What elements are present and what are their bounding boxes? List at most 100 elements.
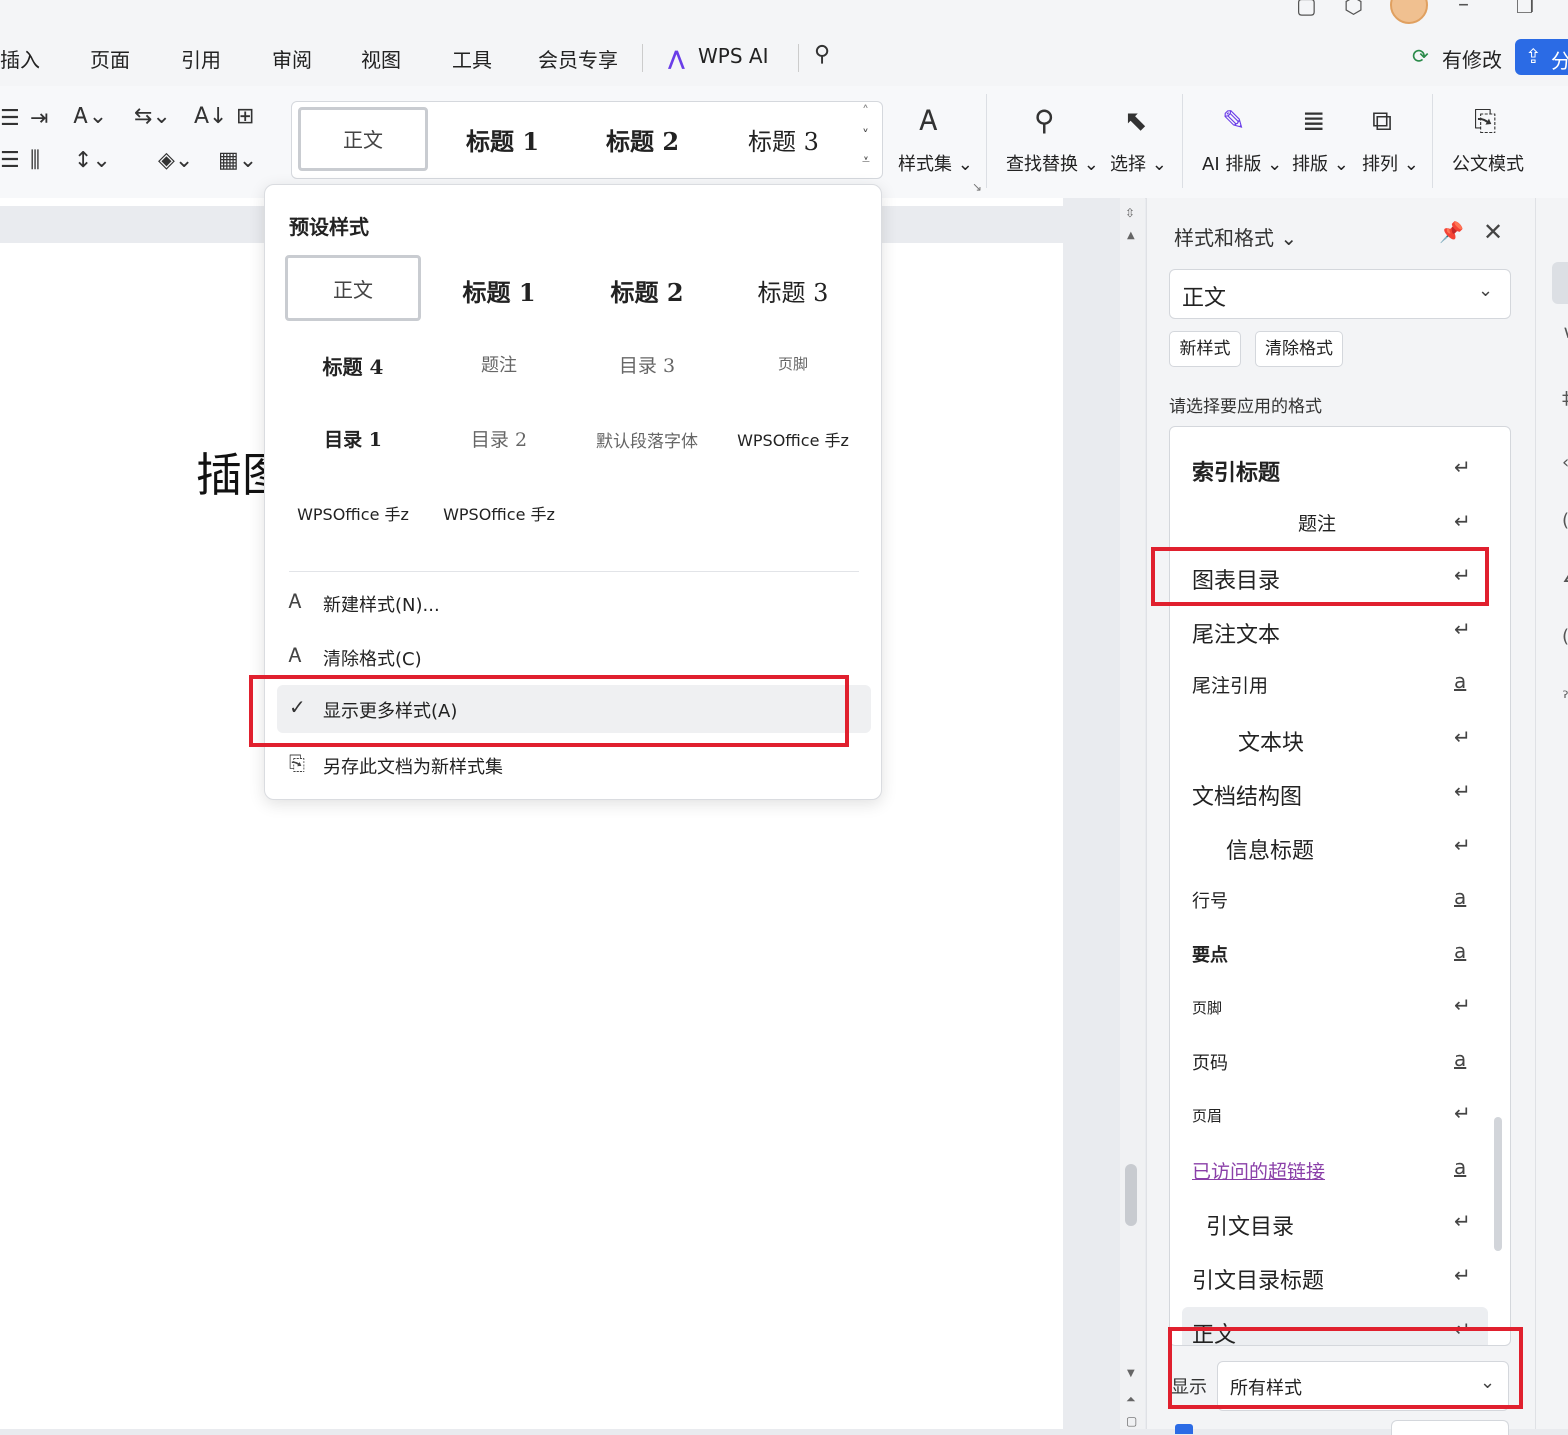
window-icon[interactable]: ▢ xyxy=(1296,0,1317,19)
close-icon[interactable]: ✕ xyxy=(1483,218,1503,246)
arrange-label[interactable]: 排列 ⌄ xyxy=(1362,150,1419,176)
show-filter-select[interactable]: 所有样式 ⌄ xyxy=(1217,1361,1509,1411)
current-style-select[interactable]: 正文 ⌄ xyxy=(1169,269,1511,319)
find-replace-label[interactable]: 查找替换 ⌄ xyxy=(1006,150,1099,176)
expand-corner-icon[interactable]: ↘ xyxy=(972,180,982,194)
search-icon[interactable]: ⚲ xyxy=(814,42,830,67)
swap-icon[interactable]: ⇆⌄ xyxy=(134,104,171,129)
border-icon[interactable]: ▦⌄ xyxy=(218,148,257,173)
style-item-message-header[interactable]: 信息标题 xyxy=(1226,833,1314,865)
gallery-item-heading2[interactable]: 标题 2 xyxy=(606,122,679,157)
sidebar-active-tab[interactable] xyxy=(1552,262,1568,304)
select-label[interactable]: 选择 ⌄ xyxy=(1110,150,1167,176)
sidebar-tool-icon[interactable]: ( xyxy=(1562,510,1568,531)
align-icon[interactable]: ☰ xyxy=(0,106,20,131)
style-item-block-text[interactable]: 文本块 xyxy=(1238,725,1304,757)
style-item-caption[interactable]: 题注 xyxy=(1298,509,1336,536)
preset-style-toc3[interactable]: 目录 3 xyxy=(577,351,717,378)
pin-icon[interactable]: 📌 xyxy=(1439,220,1464,244)
ai-layout-label[interactable]: AI 排版 ⌄ xyxy=(1202,150,1282,176)
style-list[interactable]: 索引标题 ↵ 题注 ↵ 图表目录 ↵ 尾注文本 ↵ 尾注引用 a 文本块 ↵ 文… xyxy=(1169,426,1511,1346)
save-style-set-command[interactable]: 另存此文档为新样式集 xyxy=(323,753,503,779)
sidebar-tool-icon[interactable]: ( xyxy=(1562,626,1568,647)
line-spacing-icon[interactable]: ↕⌄ xyxy=(74,148,111,173)
panel-title[interactable]: 样式和格式 ⌄ xyxy=(1174,222,1297,251)
show-more-styles-item[interactable]: ✓ 显示更多样式(A) xyxy=(277,685,871,733)
next-page-icon[interactable]: ▢ xyxy=(1126,1414,1137,1428)
preset-style-footer[interactable]: 页脚 xyxy=(723,353,863,374)
clear-format-button[interactable]: 清除格式 xyxy=(1255,331,1343,367)
style-item-header[interactable]: 页眉 xyxy=(1192,1105,1222,1126)
style-item-toa-heading[interactable]: 引文目录标题 xyxy=(1192,1263,1324,1295)
clear-format-command[interactable]: 清除格式(C) xyxy=(323,645,422,671)
style-item-strong[interactable]: 要点 xyxy=(1192,941,1228,967)
layout-label[interactable]: 排版 ⌄ xyxy=(1292,150,1349,176)
preset-style-heading3[interactable]: 标题 3 xyxy=(723,273,863,308)
button-partial[interactable] xyxy=(1391,1420,1509,1435)
style-list-scrollbar[interactable] xyxy=(1494,1117,1502,1251)
ai-layout-icon[interactable]: ✎ xyxy=(1222,104,1245,137)
layout-icon[interactable]: ≣ xyxy=(1302,104,1325,137)
preset-style-wpsoffice[interactable]: WPSOffice 手z xyxy=(723,427,863,451)
style-item-body-selected[interactable]: 正文 ↵ xyxy=(1182,1307,1488,1345)
arrange-icon[interactable]: ⧉ xyxy=(1372,104,1392,138)
style-item-line-number[interactable]: 行号 xyxy=(1192,887,1228,913)
distribute-icon[interactable]: ⫼ xyxy=(30,148,40,173)
style-set-label[interactable]: 样式集 ⌄ xyxy=(898,150,973,176)
preset-style-caption[interactable]: 题注 xyxy=(429,351,569,377)
tab-page[interactable]: 页面 xyxy=(90,44,130,73)
preset-style-toc2[interactable]: 目录 2 xyxy=(429,425,569,452)
preset-style-toc1[interactable]: 目录 1 xyxy=(283,425,423,452)
style-item-footer[interactable]: 页脚 xyxy=(1192,997,1222,1018)
columns-icon[interactable]: ⊞ xyxy=(236,104,254,129)
tab-insert[interactable]: 插入 xyxy=(0,44,40,73)
tab-member[interactable]: 会员专享 xyxy=(538,44,618,73)
sidebar-tool-icon[interactable]: ∨ xyxy=(1562,322,1568,343)
scroll-up-icon[interactable]: ▲ xyxy=(1127,230,1135,241)
share-button[interactable]: ⇪ 分 xyxy=(1515,39,1568,75)
checkbox-partial[interactable] xyxy=(1175,1424,1193,1434)
preset-style-heading1[interactable]: 标题 1 xyxy=(429,273,569,308)
gallery-more-icon[interactable]: ⩡ xyxy=(862,152,870,168)
find-icon[interactable]: ⚲ xyxy=(1034,104,1055,137)
official-doc-label[interactable]: 公文模式 xyxy=(1452,150,1524,176)
indent-icon[interactable]: ⇥ xyxy=(30,106,48,131)
gallery-item-body[interactable]: 正文 xyxy=(298,107,428,171)
sort-icon[interactable]: A↓ xyxy=(194,104,227,129)
gallery-down-icon[interactable]: ˅ xyxy=(862,128,869,144)
shading-icon[interactable]: ◈⌄ xyxy=(158,148,193,173)
style-item-document-map[interactable]: 文档结构图 xyxy=(1192,779,1302,811)
style-item-table-of-authorities[interactable]: 引文目录 xyxy=(1206,1209,1294,1241)
scroll-thumb[interactable] xyxy=(1125,1164,1137,1226)
preset-style-default-font[interactable]: 默认段落字体 xyxy=(577,427,717,452)
preset-style-heading4[interactable]: 标题 4 xyxy=(283,351,423,380)
style-item-page-number[interactable]: 页码 xyxy=(1192,1049,1228,1075)
cube-icon[interactable]: ⬡ xyxy=(1344,0,1363,19)
style-item-index-heading[interactable]: 索引标题 xyxy=(1192,455,1280,487)
text-direction-icon[interactable]: Ꭺ⌄ xyxy=(74,104,107,129)
sidebar-tool-icon[interactable]: ˀ xyxy=(1562,688,1568,709)
restore-icon[interactable]: ❐ xyxy=(1516,0,1534,18)
style-item-endnote-text[interactable]: 尾注文本 xyxy=(1192,617,1280,649)
style-item-endnote-ref[interactable]: 尾注引用 xyxy=(1192,671,1268,698)
sidebar-tool-icon[interactable]: ‹ xyxy=(1562,452,1568,473)
scroll-split-icon[interactable]: ⇳ xyxy=(1125,206,1135,220)
tab-reference[interactable]: 引用 xyxy=(181,44,221,73)
sidebar-tool-icon[interactable]: ‡ xyxy=(1562,388,1568,409)
style-item-visited-link[interactable]: 已访问的超链接 xyxy=(1192,1157,1325,1184)
select-icon[interactable]: ⬉ xyxy=(1124,104,1147,137)
preset-style-heading2[interactable]: 标题 2 xyxy=(577,273,717,308)
gallery-item-heading1[interactable]: 标题 1 xyxy=(466,122,539,157)
revise-status[interactable]: 有修改 xyxy=(1442,44,1502,73)
official-doc-icon[interactable]: ⎘ xyxy=(1474,104,1496,138)
tab-tools[interactable]: 工具 xyxy=(452,44,492,73)
gallery-item-heading3[interactable]: 标题 3 xyxy=(748,122,819,157)
style-item-table-of-figures[interactable]: 图表目录 xyxy=(1192,563,1280,595)
minimize-icon[interactable]: – xyxy=(1458,0,1469,17)
preset-style-body[interactable]: 正文 xyxy=(285,255,421,321)
tab-review[interactable]: 审阅 xyxy=(272,44,312,73)
tab-wps-ai[interactable]: WPS AI xyxy=(698,44,768,68)
preset-style-wpsoffice[interactable]: WPSOffice 手z xyxy=(283,501,423,525)
avatar[interactable] xyxy=(1390,0,1428,24)
sidebar-tool-icon[interactable]: ∠ xyxy=(1562,566,1568,587)
